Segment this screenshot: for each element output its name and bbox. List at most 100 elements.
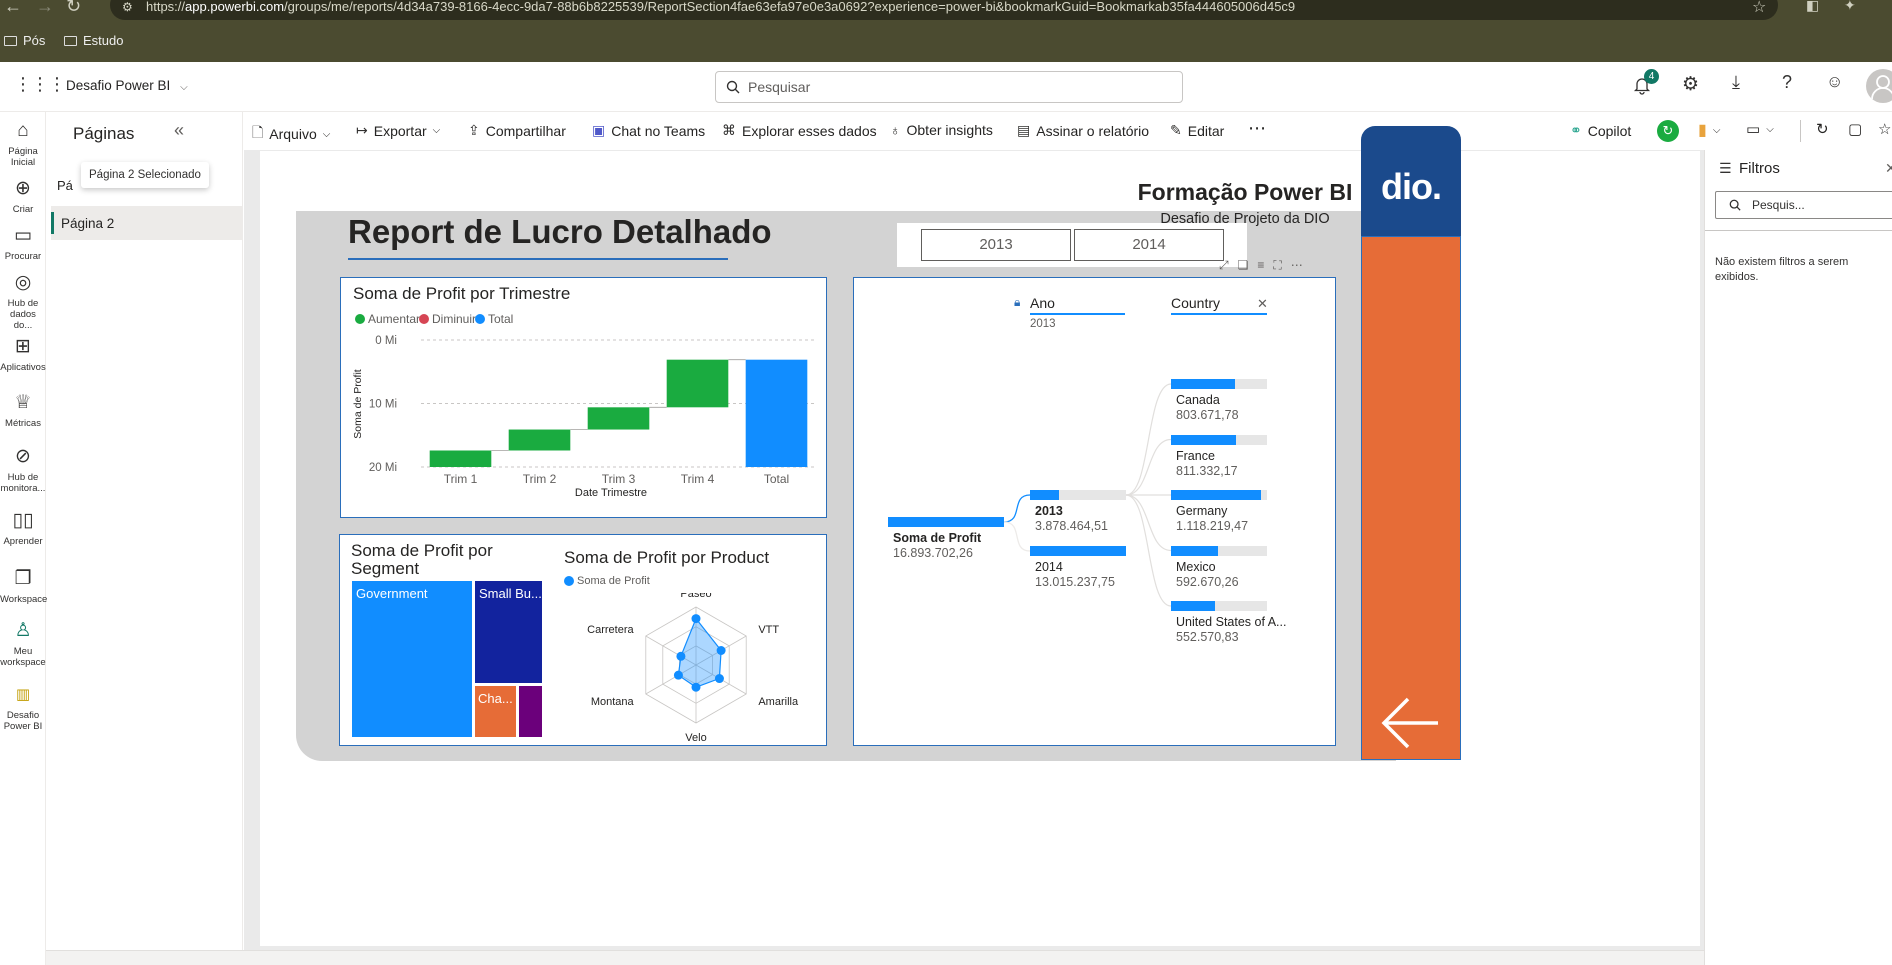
- export-menu[interactable]: ↦ Exportar ⌵: [356, 122, 440, 139]
- browser-chrome: ← → ↻ ⚙ https://app.powerbi.com/groups/m…: [0, 0, 1892, 62]
- decomp-country-node-bar[interactable]: [1171, 379, 1267, 389]
- waterfall-bar: [666, 359, 729, 408]
- help-icon[interactable]: ?: [1782, 72, 1792, 93]
- edit-button[interactable]: ✎ Editar: [1170, 122, 1224, 139]
- export-icon: ↦: [356, 122, 368, 138]
- bookmark-pos[interactable]: Pós: [4, 33, 45, 48]
- decomp-country-node-label: France: [1176, 448, 1215, 463]
- avatar[interactable]: [1866, 69, 1892, 103]
- decomp-year-node-bar[interactable]: [1030, 546, 1126, 556]
- reload-icon[interactable]: ↻: [66, 0, 81, 17]
- explore-data-button[interactable]: ⌘ Explorar esses dados: [722, 122, 877, 139]
- filter-icon[interactable]: ≡: [1257, 258, 1264, 273]
- app-launcher-icon[interactable]: ⋮⋮⋮: [14, 74, 66, 95]
- bar-fill: [1171, 490, 1261, 500]
- decomp-year-node-bar[interactable]: [1030, 490, 1126, 500]
- x-tick-label: Total: [764, 472, 789, 486]
- slicer-option-2014[interactable]: 2014: [1074, 229, 1224, 261]
- waterfall-plot: 0 Mi 10 Mi 20 Mi Trim 1 Trim 2 Trim 3 Trim 4 To…: [369, 335, 816, 486]
- decomposition-connectors: [1003, 383, 1172, 607]
- treemap-title: Soma de Profit por Segment: [351, 541, 493, 578]
- bar-fill: [1171, 379, 1235, 389]
- radar-axis-label: Carretera: [587, 624, 634, 636]
- more-options-icon[interactable]: ⋯: [1248, 118, 1266, 139]
- nav-data-hub[interactable]: ◎ Hub de dados do...: [0, 272, 46, 331]
- file-menu[interactable]: 🗋 Arquivo ⌵: [252, 122, 330, 146]
- bar-fill: [1171, 545, 1219, 556]
- decomp-country-node-value: 552.570,83: [1176, 630, 1239, 644]
- treemap-tile-government[interactable]: Government: [352, 581, 474, 737]
- back-arrow-icon[interactable]: [1378, 691, 1442, 755]
- radar-point: [691, 614, 701, 624]
- more-options-icon[interactable]: ⋯: [1291, 258, 1303, 273]
- decomp-country-node-bar[interactable]: [1171, 434, 1267, 445]
- filters-search-input[interactable]: Pesquis...: [1715, 191, 1892, 219]
- decomp-root-bar[interactable]: [888, 517, 1004, 527]
- get-insights-button[interactable]: ♁ Obter insights: [890, 122, 993, 138]
- extension-icon[interactable]: ✦: [1844, 0, 1856, 14]
- treemap-tile-small-business[interactable]: Small Bu...: [475, 581, 542, 685]
- page-item-1[interactable]: Pá: [57, 178, 73, 193]
- decomp-country-node-bar[interactable]: [1171, 490, 1267, 500]
- toolbar-divider: [1800, 120, 1801, 142]
- waterfall-visual[interactable]: Soma de Profit por Trimestre Aumentar Di…: [340, 277, 827, 518]
- address-bar[interactable]: ⚙ https://app.powerbi.com/groups/me/repo…: [110, 0, 1778, 20]
- nav-home[interactable]: ⌂ Página Inicial: [0, 120, 46, 168]
- collapse-pane-icon[interactable]: «: [174, 120, 184, 141]
- download-icon[interactable]: ⤓: [1732, 72, 1740, 93]
- nav-current-report[interactable]: ▥ Desafio Power BI: [0, 684, 46, 732]
- nav-browse[interactable]: ▭ Procurar: [0, 225, 46, 262]
- decomp-country-node-value: 803.671,78: [1176, 408, 1239, 422]
- decomp-year-node-value: 3.878.464,51: [1035, 519, 1108, 533]
- subscribe-button[interactable]: ▤ Assinar o relatório: [1017, 122, 1149, 139]
- decomp-year-node-value: 13.015.237,75: [1035, 575, 1115, 589]
- comment-icon[interactable]: ▢: [1848, 120, 1862, 138]
- decomp-country-node-bar[interactable]: [1171, 545, 1267, 556]
- forward-icon[interactable]: →: [36, 0, 54, 17]
- waterfall-bar: [587, 407, 650, 430]
- nav-apps[interactable]: ⊞ Aplicativos: [0, 336, 46, 373]
- sidebar-icon[interactable]: ◧: [1806, 0, 1819, 14]
- treemap-tile-channel-partners[interactable]: Cha...: [475, 686, 518, 737]
- nav-monitoring-hub[interactable]: ⊘ Hub de monitora...: [0, 446, 46, 494]
- nav-metrics[interactable]: ♕ Métricas: [0, 392, 46, 429]
- chevron-down-icon: ⌵: [1712, 124, 1721, 136]
- feedback-icon[interactable]: ☺: [1826, 72, 1843, 92]
- notifications-button[interactable]: 4: [1632, 69, 1659, 100]
- workspace-switcher[interactable]: Desafio Power BI ⌵: [66, 78, 188, 93]
- nav-my-workspace[interactable]: ♙ Meu workspace: [0, 620, 46, 668]
- filters-empty-message: Não existem filtros a serem exibidos.: [1715, 256, 1849, 283]
- settings-gear-icon[interactable]: ⚙: [1682, 73, 1699, 96]
- copilot-button[interactable]: ⚭ Copilot: [1570, 122, 1631, 139]
- decomp-country-node-bar[interactable]: [1171, 601, 1267, 611]
- decomp-country-node-label: Germany: [1176, 504, 1228, 518]
- copy-icon[interactable]: ❏: [1238, 258, 1249, 273]
- slicer-option-2013[interactable]: 2013: [921, 229, 1071, 261]
- back-icon[interactable]: ←: [4, 0, 22, 17]
- bookmark-menu[interactable]: ▮ ⌵: [1698, 120, 1720, 140]
- bookmark-estudo[interactable]: Estudo: [64, 33, 123, 48]
- site-info-icon[interactable]: ⚙: [122, 0, 133, 20]
- treemap-tile-other[interactable]: [519, 686, 542, 737]
- close-icon[interactable]: ✕: [1885, 160, 1892, 177]
- drill-icon[interactable]: ⤢: [1219, 258, 1229, 273]
- refresh-icon[interactable]: ↻: [1816, 120, 1829, 138]
- nav-learn[interactable]: ▯▯ Aprender: [0, 510, 46, 547]
- decomposition-tree-visual[interactable]: ⤢ ❏ ≡ ⛶ ⋯ 🔒︎ Ano 2013 Country ✕ Soma de Prof…: [853, 258, 1336, 746]
- page-item-2[interactable]: Página 2: [51, 206, 243, 240]
- nav-workspaces[interactable]: ❐ Workspaces: [0, 568, 52, 605]
- teams-chat-button[interactable]: ▣ Chat no Teams: [592, 122, 705, 139]
- favorite-icon[interactable]: ☆: [1878, 120, 1891, 138]
- search-input[interactable]: Pesquisar: [715, 71, 1183, 103]
- star-icon[interactable]: ☆: [1752, 0, 1766, 17]
- radar-point: [691, 682, 701, 692]
- focus-mode-icon[interactable]: ⛶: [1273, 258, 1281, 273]
- share-button[interactable]: ⇪ Compartilhar: [468, 122, 566, 139]
- decomp-root-label: Soma de Profit: [893, 531, 982, 545]
- page-tooltip: Página 2 Selecionado: [81, 162, 209, 188]
- nav-create[interactable]: ⊕ Criar: [0, 178, 46, 215]
- view-menu[interactable]: ▭ ⌵: [1746, 120, 1774, 138]
- bar-fill: [1030, 490, 1059, 500]
- reset-icon[interactable]: ↻: [1657, 120, 1679, 142]
- report-page: Formação Power BI Desafio de Projeto da …: [260, 126, 1700, 946]
